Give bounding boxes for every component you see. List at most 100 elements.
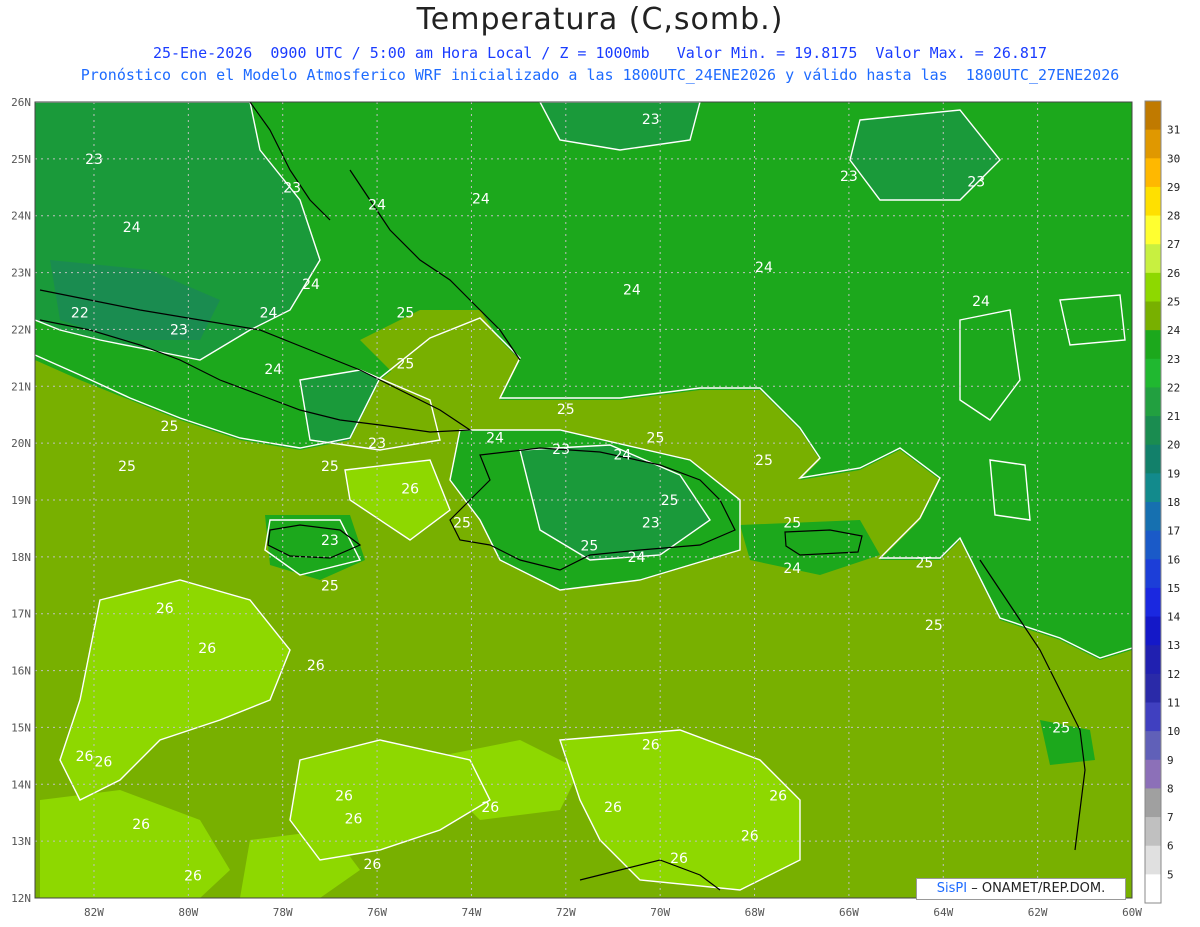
- lon-tick-label: 68W: [745, 906, 765, 919]
- contour-value-label: 26: [769, 789, 787, 805]
- contour-value-label: 25: [925, 618, 943, 634]
- contour-value-label: 23: [642, 516, 660, 532]
- contour-value-label: 26: [604, 800, 622, 816]
- contour-value-label: 25: [755, 453, 773, 469]
- contour-value-label: 26: [307, 658, 325, 674]
- colorbar-swatch: [1145, 788, 1161, 818]
- colorbar-level-label: 25: [1167, 296, 1180, 309]
- colorbar-swatch: [1145, 817, 1161, 847]
- colorbar-swatch: [1145, 215, 1161, 245]
- colorbar-level-label: 12: [1167, 668, 1180, 681]
- colorbar-level-label: 17: [1167, 525, 1180, 538]
- colorbar-level-label: 15: [1167, 582, 1180, 595]
- lat-tick-label: 15N: [11, 721, 31, 734]
- contour-value-label: 23: [283, 180, 301, 196]
- colorbar-level-label: 31: [1167, 124, 1180, 137]
- contour-value-label: 26: [670, 851, 688, 867]
- credit-text: – ONAMET/REP.DOM.: [971, 881, 1106, 896]
- contour-value-label: 26: [642, 737, 660, 753]
- contour-value-label: 26: [335, 789, 353, 805]
- contour-value-label: 25: [321, 578, 339, 594]
- colorbar-swatch: [1145, 731, 1161, 761]
- lat-tick-label: 14N: [11, 778, 31, 791]
- lat-tick-label: 13N: [11, 835, 31, 848]
- lon-tick-label: 66W: [839, 906, 859, 919]
- lon-tick-label: 60W: [1122, 906, 1142, 919]
- contour-value-label: 23: [642, 112, 660, 128]
- contour-value-label: 26: [401, 482, 419, 498]
- contour-value-label: 23: [368, 436, 386, 452]
- lon-tick-label: 70W: [650, 906, 670, 919]
- lat-tick-label: 17N: [11, 608, 31, 621]
- contour-value-label: 24: [783, 561, 801, 577]
- contour-value-label: 25: [453, 516, 471, 532]
- colorbar-level-label: 13: [1167, 639, 1180, 652]
- lat-tick-label: 25N: [11, 153, 31, 166]
- contour-value-label: 25: [580, 538, 598, 554]
- colorbar-swatch: [1145, 358, 1161, 388]
- colorbar-level-label: 23: [1167, 353, 1180, 366]
- longitude-labels: 82W 80W 78W 76W 74W 72W 70W 68W 66W 64W 62W 60W: [84, 906, 1142, 919]
- colorbar-swatch: [1145, 387, 1161, 417]
- colorbar-level-label: 9: [1167, 754, 1174, 767]
- contour-value-label: 24: [972, 294, 990, 310]
- colorbar-swatch: [1145, 186, 1161, 217]
- contour-value-label: 24: [368, 197, 386, 213]
- lat-tick-label: 26N: [11, 96, 31, 109]
- colorbar-level-label: 30: [1167, 152, 1180, 165]
- colorbar-swatch: [1145, 874, 1161, 904]
- colorbar-swatch: [1145, 244, 1161, 274]
- colorbar-level-label: 11: [1167, 697, 1180, 710]
- colorbar-swatch: [1145, 272, 1161, 302]
- colorbar-level-label: 26: [1167, 267, 1180, 280]
- colorbar-level-label: 24: [1167, 324, 1181, 337]
- colorbar-swatch: [1145, 502, 1161, 532]
- contour-value-label: 26: [741, 828, 759, 844]
- contour-value-label: 26: [132, 817, 150, 833]
- contour-value-label: 25: [783, 516, 801, 532]
- colorbar-level-label: 27: [1167, 238, 1180, 251]
- lat-tick-label: 22N: [11, 323, 31, 336]
- contour-value-label: 23: [321, 533, 339, 549]
- contour-value-label: 23: [552, 442, 570, 458]
- contour-value-label: 26: [156, 601, 174, 617]
- colorbar-swatch: [1145, 616, 1161, 646]
- contour-value-label: 24: [614, 448, 632, 464]
- colorbar-level-label: 14: [1167, 611, 1181, 624]
- colorbar-swatch: [1145, 301, 1161, 331]
- colorbar-swatch: [1145, 330, 1161, 360]
- lat-tick-label: 18N: [11, 551, 31, 564]
- lat-tick-label: 21N: [11, 380, 31, 393]
- contour-value-label: 25: [161, 419, 179, 435]
- colorbar-swatch: [1145, 645, 1161, 675]
- lat-tick-label: 20N: [11, 437, 31, 450]
- contour-value-label: 26: [184, 868, 202, 884]
- colorbar: 31 30 29 28 27 26 25 24 23 22 21 20 19 18 17 16 15 14 13 12…: [1144, 100, 1181, 904]
- colorbar-level-label: 7: [1167, 811, 1174, 824]
- colorbar-level-label: 16: [1167, 553, 1180, 566]
- colorbar-swatch: [1145, 473, 1161, 503]
- contour-value-label: 24: [486, 430, 504, 446]
- lon-tick-label: 74W: [462, 906, 482, 919]
- contour-value-label: 25: [915, 556, 933, 572]
- colorbar-level-label: 19: [1167, 467, 1180, 480]
- contour-value-label: 24: [264, 362, 282, 378]
- colorbar-level-label: 8: [1167, 782, 1174, 795]
- colorbar-swatch: [1145, 530, 1161, 560]
- colorbar-swatch: [1145, 444, 1161, 474]
- colorbar-swatch: [1145, 845, 1161, 875]
- contour-value-label: 26: [76, 749, 94, 765]
- lon-tick-label: 78W: [273, 906, 293, 919]
- lon-tick-label: 72W: [556, 906, 576, 919]
- colorbar-level-label: 20: [1167, 439, 1180, 452]
- contour-value-label: 24: [302, 277, 320, 293]
- contour-value-label: 23: [840, 169, 858, 185]
- lat-tick-label: 24N: [11, 210, 31, 223]
- contour-value-label: 23: [85, 152, 103, 168]
- colorbar-swatch: [1145, 673, 1161, 703]
- brand-label: SisPI: [936, 881, 968, 896]
- colorbar-swatch: [1145, 101, 1161, 131]
- colorbar-swatch: [1145, 416, 1161, 446]
- colorbar-swatch: [1145, 759, 1161, 789]
- contour-value-label: 24: [123, 220, 141, 236]
